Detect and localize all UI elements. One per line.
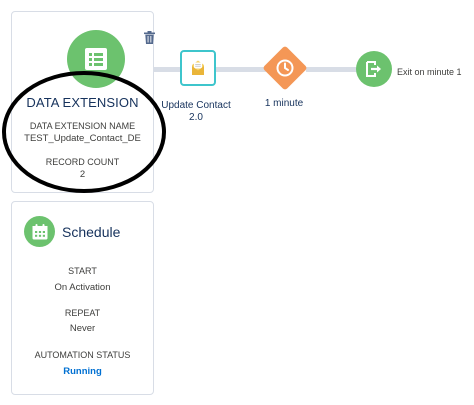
repeat-value: Never — [69, 323, 96, 334]
connector-line — [214, 67, 266, 72]
data-extension-name-label: DATA EXTENSION NAME — [29, 121, 136, 131]
start-value: On Activation — [54, 282, 111, 293]
journey-canvas: DATA EXTENSION DATA EXTENSION NAME TEST_… — [0, 0, 474, 405]
wait-activity-label: 1 minute — [264, 98, 304, 109]
email-activity-node[interactable] — [180, 50, 216, 86]
email-activity-label-line2: 2.0 — [189, 112, 203, 123]
record-count-value: 2 — [79, 169, 86, 180]
list-icon — [67, 30, 125, 88]
repeat-label: REPEAT — [64, 308, 101, 318]
exit-node[interactable] — [356, 51, 392, 87]
email-activity-label: Update Contact 2.0 — [156, 100, 236, 124]
automation-status-value: Running — [63, 366, 102, 377]
entry-source-card[interactable]: DATA EXTENSION DATA EXTENSION NAME TEST_… — [11, 11, 155, 193]
connector-line — [306, 67, 358, 72]
data-extension-name-value: TEST_Update_Contact_DE — [24, 133, 141, 144]
exit-icon — [366, 61, 381, 77]
email-icon — [192, 60, 204, 75]
start-label: START — [68, 266, 97, 276]
schedule-title: Schedule — [62, 224, 121, 240]
exit-label: Exit on minute 1 — [397, 67, 462, 77]
trash-icon[interactable] — [144, 31, 155, 44]
email-activity-label-line1: Update Contact — [161, 100, 231, 111]
clock-icon — [276, 59, 294, 77]
entry-source-title: DATA EXTENSION — [26, 95, 139, 110]
record-count-label: RECORD COUNT — [45, 157, 120, 167]
automation-status-label: AUTOMATION STATUS — [34, 350, 131, 360]
calendar-icon — [24, 216, 55, 247]
